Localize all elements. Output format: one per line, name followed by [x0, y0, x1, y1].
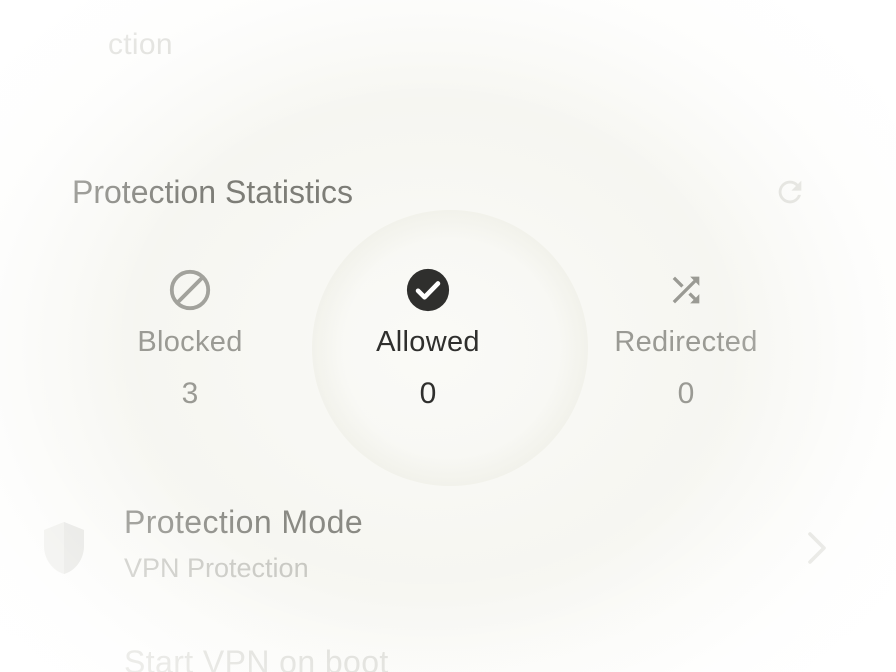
shield-icon: [40, 520, 88, 576]
stat-blocked: Blocked 3: [70, 266, 310, 411]
stat-allowed: Allowed 0: [308, 266, 548, 411]
page-title: ction: [108, 28, 173, 61]
stat-value: 0: [677, 377, 695, 410]
stat-label: Blocked: [137, 326, 243, 358]
section-title: Protection Statistics: [72, 174, 353, 210]
refresh-icon: [778, 180, 802, 204]
check-circle-icon: [404, 266, 452, 314]
stat-value: 0: [419, 377, 437, 410]
block-icon: [166, 266, 214, 314]
protection-mode-row[interactable]: Protection Mode VPN Protection: [124, 504, 363, 584]
start-on-boot-label[interactable]: Start VPN on boot: [124, 644, 389, 672]
stat-label: Allowed: [376, 326, 480, 358]
stat-label: Redirected: [614, 326, 758, 358]
stat-value: 3: [181, 377, 199, 410]
refresh-button[interactable]: [770, 172, 810, 212]
chevron-right-icon[interactable]: [800, 530, 832, 566]
shuffle-icon: [662, 266, 710, 314]
protection-mode-title: Protection Mode: [124, 504, 364, 540]
protection-mode-subtitle: VPN Protection: [124, 553, 309, 583]
stat-redirected: Redirected 0: [566, 266, 806, 411]
